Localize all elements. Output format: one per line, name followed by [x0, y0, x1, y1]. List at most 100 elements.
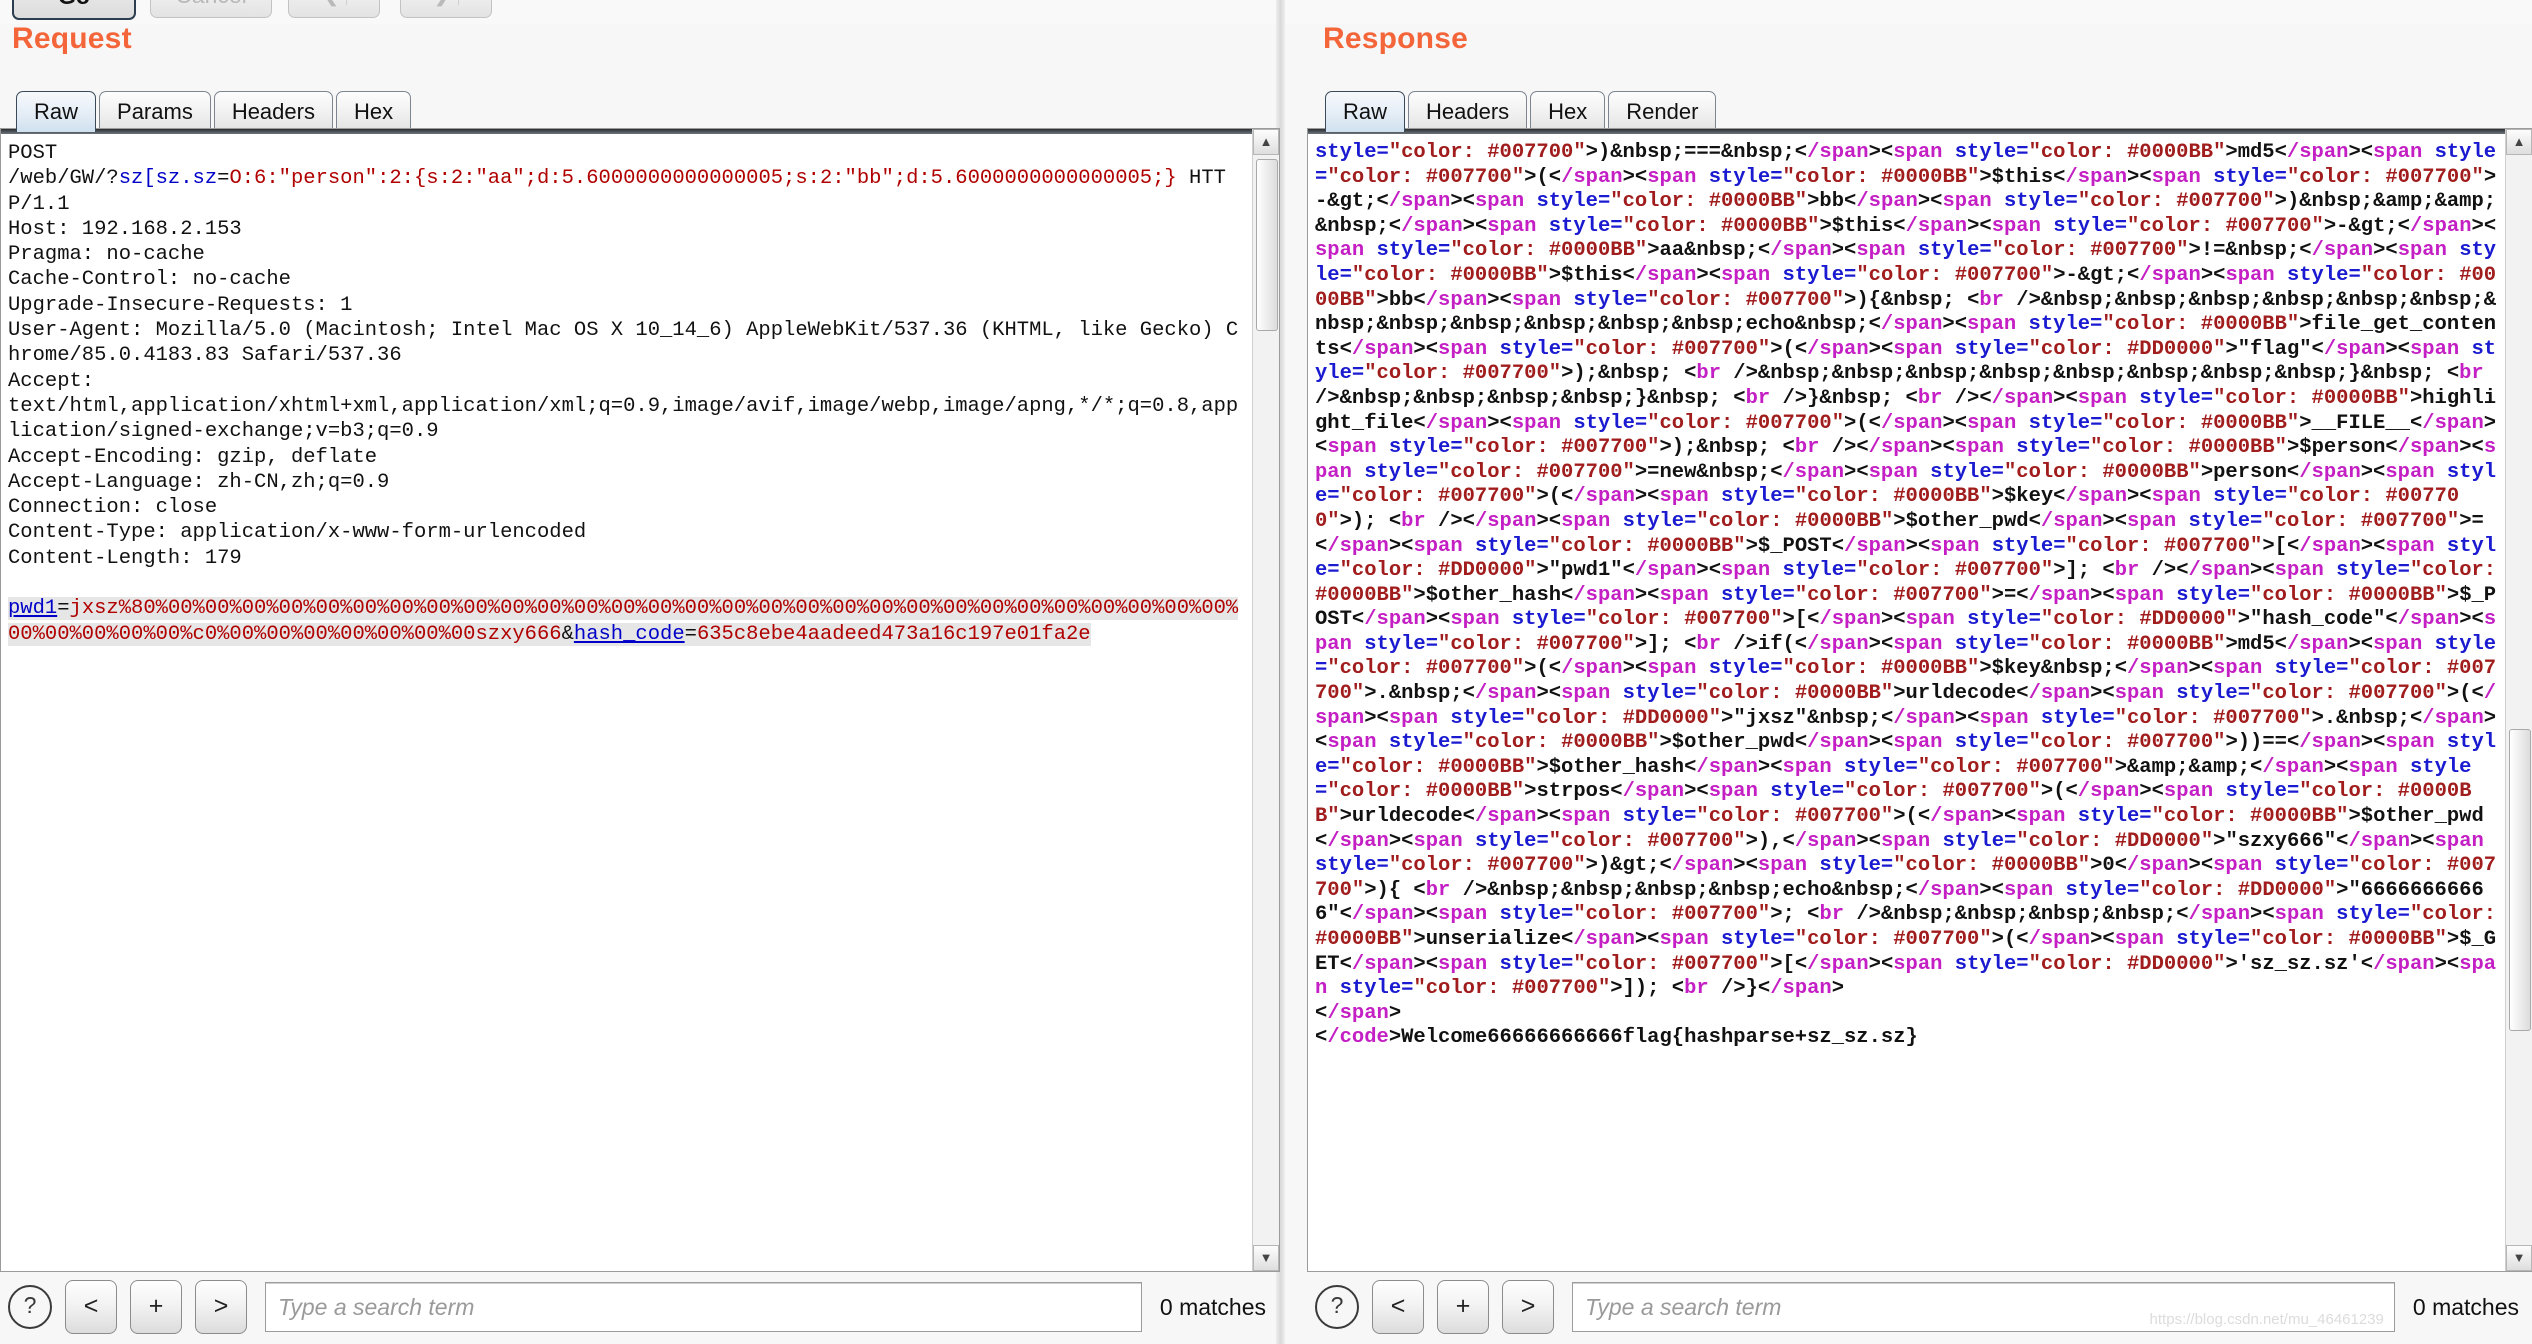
- request-body-segment: =: [684, 622, 697, 646]
- response-text-segment: ><: [1413, 337, 1439, 361]
- search-prev-button[interactable]: <: [1372, 1280, 1424, 1334]
- response-vertical-scrollbar[interactable]: ▲ ▼: [2505, 129, 2532, 1271]
- response-text-segment: /span: [1573, 583, 1635, 607]
- question-circle-icon[interactable]: ?: [8, 1285, 52, 1329]
- response-raw-text[interactable]: style="color: #007700">)&nbsp;===&nbsp;<…: [1315, 141, 2502, 1051]
- response-text-segment: ><: [2139, 780, 2164, 804]
- response-text-segment: "color: #0000BB": [1782, 657, 1980, 681]
- request-tab-raw[interactable]: Raw: [16, 91, 97, 132]
- request-tab-hex[interactable]: Hex: [335, 91, 412, 132]
- scroll-down-icon[interactable]: ▼: [2506, 1245, 2532, 1271]
- response-text-segment: style=: [1917, 460, 2004, 484]
- response-text-segment: span: [1659, 583, 1709, 607]
- response-text-segment: span: [2077, 386, 2127, 410]
- response-text-segment: ><: [1634, 583, 1660, 607]
- response-text-segment: "color: #007700": [1794, 583, 1992, 607]
- request-text-segment: /web/GW/?: [8, 167, 119, 191]
- response-text-segment: span: [2163, 780, 2214, 804]
- response-text-segment: >0<: [2090, 854, 2127, 878]
- response-text-segment: span: [1487, 214, 1537, 238]
- response-tab-render[interactable]: Render: [1608, 91, 1717, 132]
- response-text-segment: ><: [1536, 805, 1562, 829]
- response-text-segment: >=<: [1991, 583, 2029, 607]
- response-text-segment: "color: #007700": [1573, 952, 1771, 976]
- response-text-segment: /span: [2127, 657, 2189, 681]
- response-text-segment: "color: #0000BB": [2151, 805, 2349, 829]
- scroll-thumb[interactable]: [1256, 159, 1278, 331]
- scroll-up-icon[interactable]: ▲: [2506, 129, 2532, 155]
- response-text-segment: "color: #007700": [1573, 903, 1771, 927]
- response-text-segment: >)&gt;<: [1585, 854, 1672, 878]
- response-text-segment: style=: [2213, 780, 2300, 804]
- scroll-up-icon[interactable]: ▲: [1253, 129, 1279, 155]
- request-editor[interactable]: POST /web/GW/?sz[sz.sz=O:6:"person":2:{s…: [0, 128, 1280, 1272]
- response-text-segment: span: [1757, 854, 1808, 878]
- response-text-segment: ><: [1930, 436, 1955, 460]
- search-next-button[interactable]: >: [1502, 1280, 1554, 1334]
- response-text-segment: /span: [2311, 239, 2374, 263]
- scroll-down-icon[interactable]: ▼: [1253, 1245, 1279, 1271]
- response-search-input[interactable]: Type a search term https://blog.csdn.net…: [1572, 1282, 2395, 1332]
- response-text-segment: style=: [1831, 755, 1918, 779]
- response-text-segment: /span: [1770, 239, 1832, 263]
- response-text-segment: "color: #007700": [1856, 263, 2054, 287]
- response-text-segment: style=: [1942, 952, 2029, 976]
- editor-top-rule: [1308, 129, 2532, 134]
- response-text-segment: >]; <: [1634, 632, 1697, 656]
- request-text-segment: Connection: close: [8, 496, 218, 520]
- response-text-segment: ><: [2188, 854, 2214, 878]
- request-search-input[interactable]: Type a search term: [265, 1282, 1142, 1332]
- response-text-segment: span: [1474, 190, 1525, 214]
- request-vertical-scrollbar[interactable]: ▲ ▼: [1252, 129, 1279, 1271]
- search-prev-button[interactable]: <: [65, 1280, 117, 1334]
- response-text-segment: >$other_pwd<: [1893, 509, 2041, 533]
- response-text-segment: ><: [2200, 263, 2226, 287]
- response-text-segment: "color: #0000BB": [1610, 190, 1808, 214]
- response-text-segment: "color: #0000BB": [1696, 682, 1894, 706]
- response-text-segment: "color: #0000BB": [1548, 534, 1746, 558]
- request-raw-text[interactable]: POST /web/GW/?sz[sz.sz=O:6:"person":2:{s…: [8, 141, 1249, 647]
- response-text-segment: /span: [2323, 337, 2386, 361]
- response-text-segment: >){ <: [1364, 878, 1426, 902]
- response-text-segment: br: [1696, 632, 1721, 656]
- search-add-button[interactable]: +: [130, 1280, 182, 1334]
- watermark: https://blog.csdn.net/mu_46461239: [2149, 1311, 2384, 1328]
- request-body-segment: =: [57, 597, 70, 621]
- response-text-segment: "color: #007700": [2077, 190, 2275, 214]
- response-text-segment: >"hash_code"<: [2237, 608, 2398, 632]
- response-editor[interactable]: style="color: #007700">)&nbsp;===&nbsp;<…: [1307, 128, 2532, 1272]
- response-tab-raw[interactable]: Raw: [1325, 91, 1406, 132]
- request-text-segment: Cache-Control: no-cache: [8, 268, 291, 292]
- response-text-segment: >aa&nbsp;<: [1647, 239, 1771, 263]
- response-text-segment: style=: [1561, 411, 1648, 435]
- response-text-segment: ><: [1733, 854, 1758, 878]
- request-tab-headers[interactable]: Headers: [213, 91, 333, 132]
- response-text-segment: /span: [1807, 952, 1869, 976]
- response-text-segment: >"szxy666"<: [2213, 829, 2349, 853]
- response-text-segment: >(<: [1770, 337, 1808, 361]
- response-tab-headers[interactable]: Headers: [1408, 91, 1528, 132]
- response-text-segment: style=: [2323, 559, 2410, 583]
- response-text-segment: span: [2385, 460, 2435, 484]
- request-tab-params[interactable]: Params: [99, 91, 211, 132]
- response-text-segment: span: [1893, 731, 1943, 755]
- response-text-segment: span: [2225, 263, 2275, 287]
- response-text-segment: >"pwd1"<: [1536, 559, 1635, 583]
- request-text-segment: Content-Type: application/x-www-form-url…: [8, 521, 587, 545]
- response-text-segment: ><: [1536, 509, 1562, 533]
- response-text-segment: "color: #DD0000": [2028, 337, 2226, 361]
- response-text-segment: "color: #0000BB": [2028, 141, 2226, 164]
- response-text-segment: >(<: [1524, 165, 1562, 189]
- question-circle-icon[interactable]: ?: [1315, 1285, 1359, 1329]
- search-add-button[interactable]: +: [1437, 1280, 1489, 1334]
- response-text-segment: /span: [1425, 411, 1488, 435]
- response-text-segment: >$this<: [1819, 214, 1906, 238]
- response-tab-hex[interactable]: Hex: [1530, 91, 1606, 132]
- response-text-segment: /><: [1819, 436, 1869, 460]
- response-text-segment: ><: [1413, 952, 1439, 976]
- response-search-bar: ? < + > Type a search term https://blog.…: [1307, 1270, 2531, 1344]
- search-next-button[interactable]: >: [195, 1280, 247, 1334]
- scroll-thumb[interactable]: [2509, 729, 2531, 1031]
- response-text-segment: /span: [1868, 436, 1931, 460]
- response-text-segment: /span: [2028, 583, 2091, 607]
